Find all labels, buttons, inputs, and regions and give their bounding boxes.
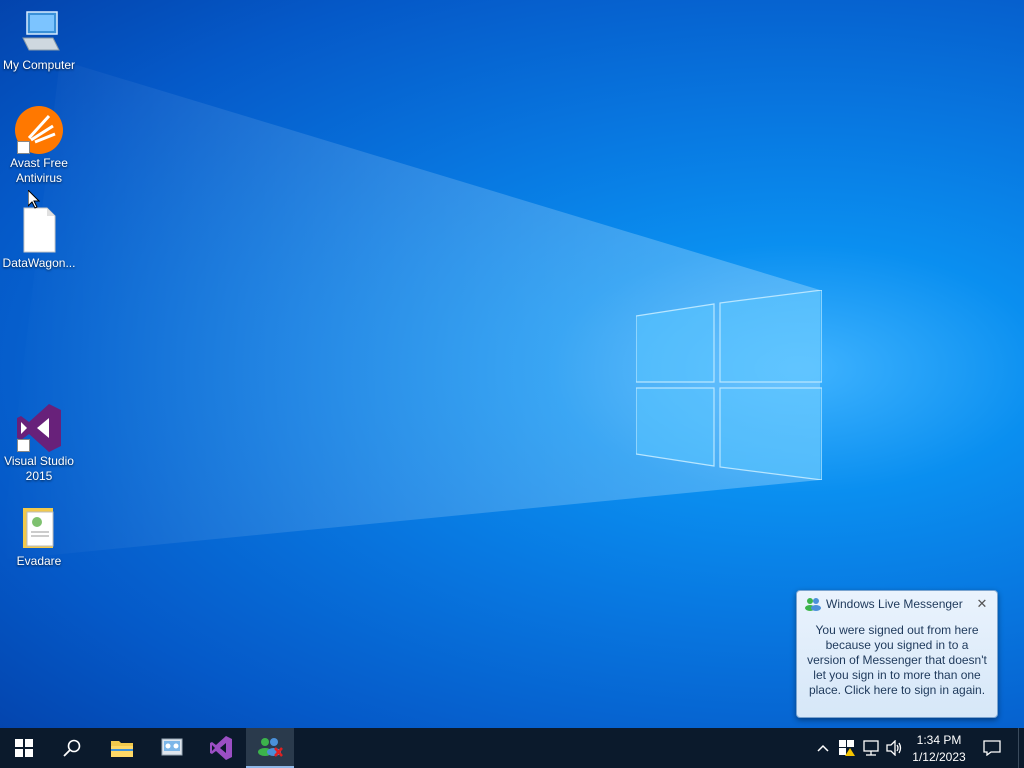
notification-title: Windows Live Messenger [826, 597, 963, 611]
desktop-icon-datawagon[interactable]: DataWagon... [0, 206, 78, 271]
computer-icon [15, 8, 63, 56]
action-center-button[interactable] [978, 728, 1006, 768]
tray-network[interactable] [860, 728, 882, 768]
wallpaper-windows-logo [636, 290, 822, 480]
close-icon[interactable]: ✕ [975, 597, 989, 611]
clock-date: 1/12/2023 [912, 750, 966, 764]
show-desktop-button[interactable] [1018, 728, 1024, 768]
mouse-cursor-icon [28, 190, 40, 209]
desktop-icon-evadare[interactable]: Evadare [0, 504, 78, 569]
taskbar-file-explorer[interactable] [98, 728, 146, 768]
desktop-icon-label: Visual Studio 2015 [4, 454, 74, 483]
security-warning-icon [839, 740, 855, 756]
messenger-notification[interactable]: Windows Live Messenger ✕ You were signed… [796, 590, 998, 718]
shortcut-arrow-icon [17, 141, 30, 154]
chevron-up-icon [817, 744, 829, 752]
taskbar-visual-studio[interactable] [197, 728, 245, 768]
taskbar-windows-live-messenger[interactable] [246, 728, 294, 768]
action-center-icon [983, 740, 1001, 756]
messenger-icon [805, 598, 821, 611]
folder-icon [111, 741, 133, 757]
taskbar: 1:34 PM 1/12/2023 [0, 728, 1024, 768]
tray-volume[interactable] [884, 728, 906, 768]
tray-show-hidden[interactable] [814, 728, 832, 768]
tray-security[interactable] [836, 728, 858, 768]
shortcut-arrow-icon [17, 439, 30, 452]
desktop-icon-label: My Computer [2, 58, 76, 72]
desktop-icon-label: DataWagon... [2, 256, 76, 270]
search-icon [63, 739, 81, 757]
volume-icon [886, 740, 902, 756]
start-button[interactable] [0, 728, 48, 768]
notification-header: Windows Live Messenger ✕ [797, 591, 997, 617]
visual-studio-icon [210, 736, 232, 760]
windows-logo-icon [15, 739, 33, 757]
avast-icon [15, 106, 63, 154]
taskbar-control-panel[interactable] [148, 728, 196, 768]
clock-time: 1:34 PM [916, 733, 962, 747]
desktop-icon-visual-studio[interactable]: Visual Studio 2015 [0, 404, 78, 484]
network-icon [863, 740, 879, 756]
control-panel-icon [161, 738, 183, 756]
desktop-icon-avast[interactable]: Avast Free Antivirus [0, 106, 78, 186]
folder-icon [15, 504, 63, 552]
search-button[interactable] [48, 728, 96, 768]
taskbar-clock[interactable]: 1:34 PM 1/12/2023 [908, 730, 970, 768]
notification-message[interactable]: You were signed out from here because yo… [797, 617, 997, 698]
messenger-icon [258, 738, 283, 757]
desktop-icon-my-computer[interactable]: My Computer [0, 8, 78, 73]
desktop-icon-label: Avast Free Antivirus [10, 156, 68, 185]
visual-studio-icon [15, 404, 63, 452]
file-icon [15, 206, 63, 254]
desktop-icon-label: Evadare [16, 554, 62, 568]
